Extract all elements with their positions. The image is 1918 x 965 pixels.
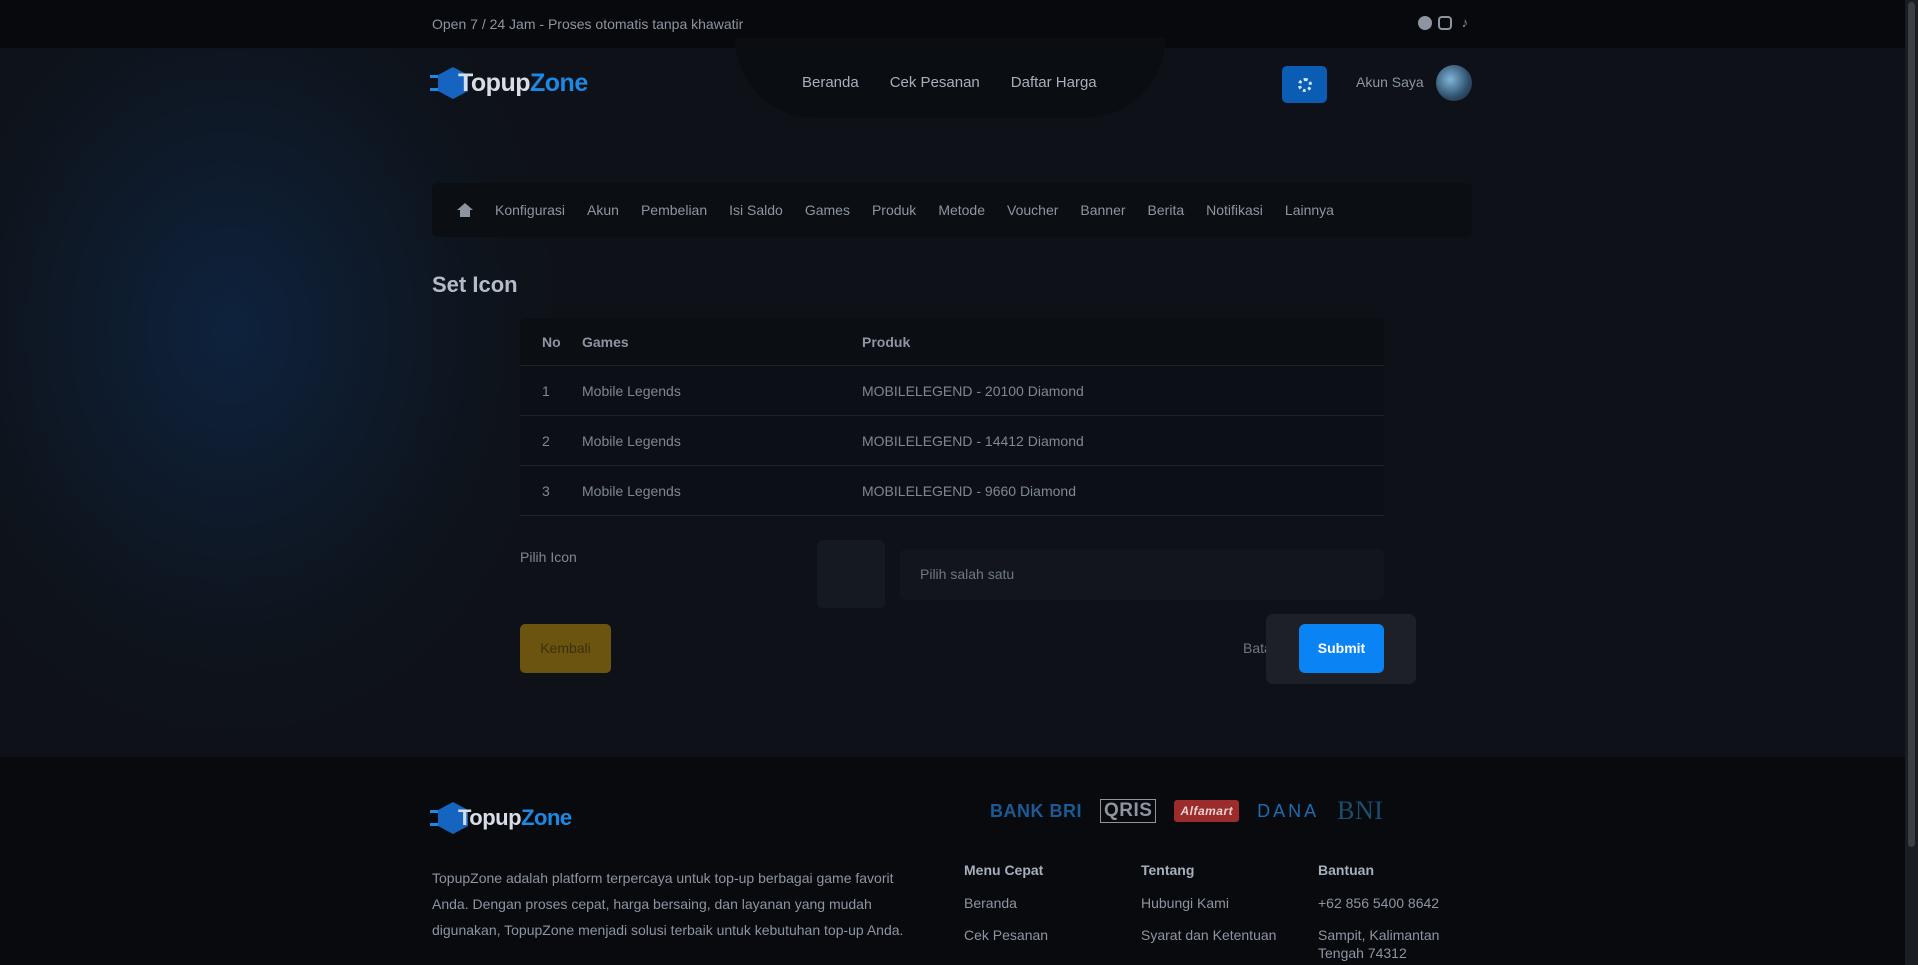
admin-menu-item-lainnya[interactable]: Lainnya: [1285, 202, 1334, 218]
logo[interactable]: TopupZone: [430, 66, 588, 100]
footer-phone[interactable]: +62 856 5400 8642: [1318, 894, 1468, 912]
footer-logo[interactable]: TopupZone: [430, 801, 572, 835]
icon-select[interactable]: Pilih salah satu: [900, 549, 1384, 600]
table-row: 1 Mobile Legends MOBILELEGEND - 20100 Di…: [520, 366, 1384, 416]
table-row: 2 Mobile Legends MOBILELEGEND - 14412 Di…: [520, 416, 1384, 466]
dana-logo: DANA: [1257, 800, 1320, 821]
footer-link-check-order[interactable]: Cek Pesanan: [964, 926, 1048, 944]
tiktok-icon[interactable]: ♪: [1458, 16, 1472, 30]
footer-link-contact[interactable]: Hubungi Kami: [1141, 894, 1276, 912]
footer-link-terms[interactable]: Syarat dan Ketentuan: [1141, 926, 1276, 944]
table-row: 3 Mobile Legends MOBILELEGEND - 9660 Dia…: [520, 466, 1384, 516]
cell-product: MOBILELEGEND - 20100 Diamond: [862, 382, 1084, 399]
account-link[interactable]: Akun Saya: [1356, 74, 1424, 90]
social-links: ♪: [1418, 16, 1472, 30]
cell-no: 1: [542, 382, 550, 399]
icon-preview: [817, 540, 885, 608]
page-title: Set Icon: [432, 272, 518, 297]
cell-game: Mobile Legends: [582, 382, 681, 399]
footer-link-home[interactable]: Beranda: [964, 894, 1048, 912]
admin-menu-item-notifikasi[interactable]: Notifikasi: [1206, 202, 1263, 218]
admin-menu-item-games[interactable]: Games: [805, 202, 850, 218]
instagram-icon[interactable]: [1438, 16, 1452, 30]
admin-menu-item-metode[interactable]: Metode: [938, 202, 985, 218]
nav-check-order[interactable]: Cek Pesanan: [890, 74, 980, 91]
gear-icon: [1297, 77, 1312, 92]
footer-description: TopupZone adalah platform terpercaya unt…: [432, 870, 904, 938]
logo-text: TopupZone: [458, 805, 572, 830]
footer-address: Sampit, Kalimantan Tengah 74312: [1318, 927, 1440, 961]
admin-menu: Konfigurasi Akun Pembelian Isi Saldo Gam…: [432, 183, 1472, 237]
nav-price-list[interactable]: Daftar Harga: [1011, 74, 1097, 91]
products-table: No Games Produk 1 Mobile Legends MOBILEL…: [520, 318, 1384, 516]
admin-menu-item-isi-saldo[interactable]: Isi Saldo: [729, 202, 783, 218]
logo-text: TopupZone: [458, 68, 588, 97]
page: Open 7 / 24 Jam - Proses otomatis tanpa …: [0, 0, 1905, 965]
admin-menu-item-voucher[interactable]: Voucher: [1007, 202, 1058, 218]
bri-logo: BANK BRI: [990, 800, 1082, 821]
cell-game: Mobile Legends: [582, 482, 681, 499]
cell-no: 3: [542, 482, 550, 499]
footer-col-menu: Menu Cepat Beranda Cek Pesanan: [964, 862, 1048, 958]
footer-col-title: Menu Cepat: [964, 862, 1044, 878]
admin-menu-item-banner[interactable]: Banner: [1080, 202, 1125, 218]
settings-button[interactable]: [1282, 66, 1327, 103]
cell-no: 2: [542, 432, 550, 449]
admin-menu-item-akun[interactable]: Akun: [587, 202, 619, 218]
footer-col-about: Tentang Hubungi Kami Syarat dan Ketentua…: [1141, 862, 1276, 958]
header: TopupZone Beranda Cek Pesanan Daftar Har…: [0, 38, 1905, 120]
header-product: Produk: [862, 333, 911, 350]
submit-button[interactable]: Submit: [1299, 624, 1384, 673]
header-games: Games: [582, 333, 629, 350]
cell-game: Mobile Legends: [582, 432, 681, 449]
qris-logo: QRIS: [1100, 799, 1157, 823]
cell-product: MOBILELEGEND - 14412 Diamond: [862, 432, 1084, 449]
home-icon[interactable]: [457, 203, 473, 217]
back-button[interactable]: Kembali: [520, 624, 611, 673]
cell-product: MOBILELEGEND - 9660 Diamond: [862, 482, 1076, 499]
admin-menu-item-pembelian[interactable]: Pembelian: [641, 202, 707, 218]
header-no: No: [542, 333, 561, 350]
table-header: No Games Produk: [520, 318, 1384, 366]
admin-menu-item-konfigurasi[interactable]: Konfigurasi: [495, 202, 565, 218]
scrollbar-thumb[interactable]: [1908, 2, 1915, 847]
whatsapp-icon[interactable]: [1418, 16, 1432, 30]
tagline: Open 7 / 24 Jam - Proses otomatis tanpa …: [432, 16, 744, 32]
payment-logos: BANK BRI QRIS Alfamart DANA BNI: [990, 796, 1383, 826]
nav-home[interactable]: Beranda: [802, 74, 859, 91]
avatar[interactable]: [1436, 65, 1472, 101]
admin-menu-item-produk[interactable]: Produk: [872, 202, 916, 218]
page-scrollbar[interactable]: [1905, 0, 1918, 965]
bni-logo: BNI: [1337, 796, 1384, 825]
main-nav: Beranda Cek Pesanan Daftar Harga: [802, 74, 1097, 91]
alfamart-logo: Alfamart: [1174, 800, 1240, 822]
footer-col-title: Bantuan: [1318, 862, 1374, 878]
footer-col-title: Tentang: [1141, 862, 1195, 878]
pick-icon-label: Pilih Icon: [520, 549, 577, 565]
admin-menu-item-berita[interactable]: Berita: [1148, 202, 1185, 218]
footer: TopupZone TopupZone adalah platform terp…: [0, 757, 1905, 965]
footer-col-help: Bantuan +62 856 5400 8642 Sampit, Kalima…: [1318, 862, 1468, 965]
